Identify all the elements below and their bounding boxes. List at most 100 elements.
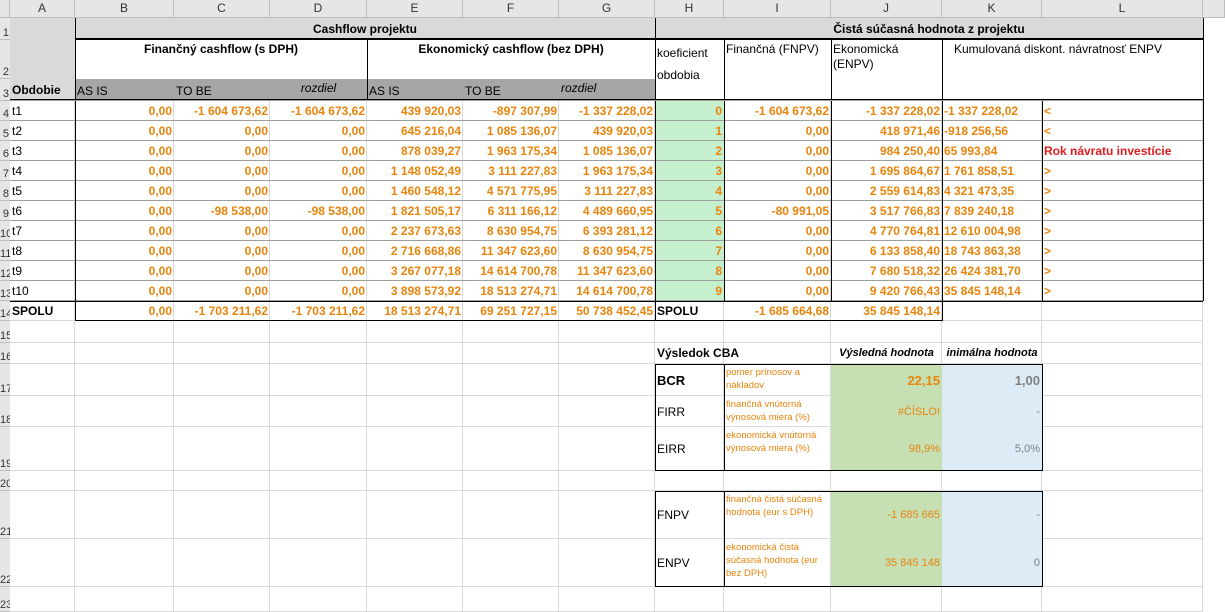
value-cell[interactable]: 1 963 175,34 [559, 161, 655, 181]
fnpv-cell[interactable]: 0,00 [724, 181, 831, 201]
value-cell[interactable]: 1 085 136,07 [463, 121, 559, 141]
enpv-cell[interactable]: 1 695 864,67 [831, 161, 942, 181]
value-cell[interactable]: 0,00 [75, 281, 174, 301]
fnpv-cell[interactable]: 0,00 [724, 161, 831, 181]
koef-cell[interactable]: 4 [655, 181, 724, 201]
cba-min[interactable]: 5,0% [942, 427, 1042, 471]
status-cell[interactable]: > [1042, 261, 1203, 281]
period-cell[interactable]: t3 [10, 141, 75, 161]
cum-cell[interactable]: 65 993,84 [942, 141, 1042, 161]
total-fnpv[interactable]: -1 685 664,68 [724, 301, 831, 321]
value-cell[interactable]: 0,00 [270, 161, 367, 181]
cum-title[interactable]: Kumulovaná diskont. návratnosť ENPV [942, 40, 1203, 79]
value-cell[interactable]: -1 337 228,02 [559, 101, 655, 121]
tobe-label[interactable]: TO BE [174, 79, 270, 101]
period-cell[interactable]: t4 [10, 161, 75, 181]
column-header[interactable]: A [10, 0, 75, 18]
column-header[interactable]: J [831, 0, 942, 18]
obdobie-label[interactable]: Obdobie [10, 79, 75, 101]
enpv-cell[interactable]: 418 971,46 [831, 121, 942, 141]
column-header[interactable]: C [174, 0, 270, 18]
value-cell[interactable]: 0,00 [75, 261, 174, 281]
fnpv-cell[interactable]: 0,00 [724, 221, 831, 241]
row-header[interactable]: 22 [0, 539, 10, 587]
enpv-title[interactable]: Ekonomická (ENPV) [831, 40, 942, 101]
value-cell[interactable]: 0,00 [75, 161, 174, 181]
column-header[interactable]: F [463, 0, 559, 18]
cba-min-header[interactable]: inimálna hodnota [942, 343, 1042, 364]
row-header[interactable]: 1 [0, 18, 10, 40]
value-cell[interactable]: 0,00 [174, 141, 270, 161]
row-header[interactable]: 9 [0, 201, 10, 221]
enpv-cell[interactable]: -1 337 228,02 [831, 101, 942, 121]
koef-cell[interactable]: 7 [655, 241, 724, 261]
enpv-cell[interactable]: 7 680 518,32 [831, 261, 942, 281]
fnpv-cell[interactable]: -80 991,05 [724, 201, 831, 221]
value-cell[interactable]: 11 347 623,60 [559, 261, 655, 281]
column-header[interactable]: K [942, 0, 1042, 18]
row-header[interactable]: 21 [0, 491, 10, 539]
value-cell[interactable]: 18 513 274,71 [463, 281, 559, 301]
cba-value[interactable]: 35 845 148 [831, 539, 942, 587]
koef-cell[interactable]: 5 [655, 201, 724, 221]
period-cell[interactable]: t1 [10, 101, 75, 121]
total-cell[interactable]: 18 513 274,71 [367, 301, 463, 321]
row-header[interactable]: 10 [0, 221, 10, 241]
status-cell[interactable]: > [1042, 181, 1203, 201]
value-cell[interactable]: 3 267 077,18 [367, 261, 463, 281]
value-cell[interactable]: 0,00 [270, 181, 367, 201]
value-cell[interactable]: 6 393 281,12 [559, 221, 655, 241]
value-cell[interactable]: 0,00 [270, 281, 367, 301]
total-cell[interactable]: 69 251 727,15 [463, 301, 559, 321]
value-cell[interactable]: 3 898 573,92 [367, 281, 463, 301]
cba-min[interactable]: - [942, 491, 1042, 539]
row-header[interactable]: 7 [0, 161, 10, 181]
koef-cell[interactable]: 6 [655, 221, 724, 241]
tobe-label[interactable]: TO BE [463, 79, 559, 101]
row-header[interactable]: 15 [0, 321, 10, 343]
value-cell[interactable]: 0,00 [174, 181, 270, 201]
total-cell[interactable]: -1 703 211,62 [270, 301, 367, 321]
value-cell[interactable]: 439 920,03 [559, 121, 655, 141]
spolu-label[interactable]: SPOLU [10, 301, 75, 321]
value-cell[interactable]: 439 920,03 [367, 101, 463, 121]
cba-desc[interactable]: ekonomická čistá súčasná hodnota (eur be… [724, 539, 831, 587]
value-cell[interactable]: 3 111 227,83 [463, 161, 559, 181]
period-cell[interactable]: t10 [10, 281, 75, 301]
cba-value[interactable]: #ČÍSLO! [831, 396, 942, 427]
cba-name[interactable]: FIRR [655, 396, 724, 427]
row-header[interactable]: 11 [0, 241, 10, 261]
koef-cell[interactable]: 8 [655, 261, 724, 281]
cum-cell[interactable]: 18 743 863,38 [942, 241, 1042, 261]
value-cell[interactable]: 8 630 954,75 [463, 221, 559, 241]
cum-cell[interactable]: 7 839 240,18 [942, 201, 1042, 221]
period-cell[interactable]: t7 [10, 221, 75, 241]
koef-cell[interactable]: 0 [655, 101, 724, 121]
value-cell[interactable]: 14 614 700,78 [559, 281, 655, 301]
row-header[interactable]: 13 [0, 281, 10, 301]
column-header[interactable]: L [1042, 0, 1203, 18]
value-cell[interactable]: 1 085 136,07 [559, 141, 655, 161]
cba-min[interactable]: - [942, 396, 1042, 427]
cum-cell[interactable]: 4 321 473,35 [942, 181, 1042, 201]
row-header[interactable]: 5 [0, 121, 10, 141]
value-cell[interactable]: 645 216,04 [367, 121, 463, 141]
row-header[interactable]: 6 [0, 141, 10, 161]
total-enpv[interactable]: 35 845 148,14 [831, 301, 942, 321]
value-cell[interactable]: 0,00 [75, 241, 174, 261]
enpv-cell[interactable]: 3 517 766,83 [831, 201, 942, 221]
value-cell[interactable]: 0,00 [174, 261, 270, 281]
value-cell[interactable]: 2 237 673,63 [367, 221, 463, 241]
value-cell[interactable]: 4 489 660,95 [559, 201, 655, 221]
total-cell[interactable]: -1 703 211,62 [174, 301, 270, 321]
spolu-label[interactable]: SPOLU [655, 301, 724, 321]
cba-value[interactable]: 98,9% [831, 427, 942, 471]
value-cell[interactable]: 0,00 [75, 141, 174, 161]
value-cell[interactable]: 0,00 [174, 281, 270, 301]
period-cell[interactable]: t5 [10, 181, 75, 201]
value-cell[interactable]: 1 821 505,17 [367, 201, 463, 221]
value-cell[interactable]: 1 963 175,34 [463, 141, 559, 161]
fnpv-cell[interactable]: 0,00 [724, 121, 831, 141]
asis-label[interactable]: AS IS [75, 79, 174, 101]
row-header[interactable]: 16 [0, 343, 10, 364]
